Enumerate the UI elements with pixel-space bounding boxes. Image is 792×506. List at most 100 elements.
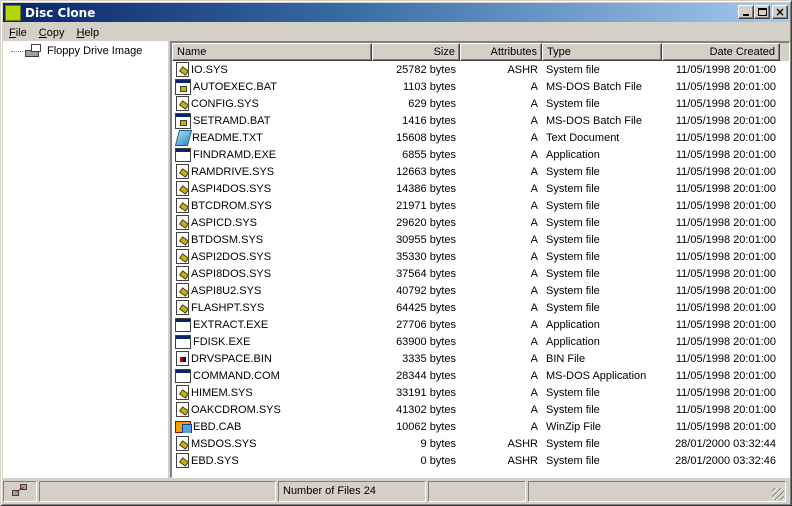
file-row[interactable]: ASPICD.SYS 29620 bytes A System file 11/05/1… bbox=[172, 214, 789, 231]
file-size: 30955 bytes bbox=[396, 233, 456, 246]
menu-file[interactable]: File bbox=[3, 27, 33, 39]
system-file-icon bbox=[176, 164, 189, 179]
file-type: MS-DOS Application bbox=[546, 369, 647, 382]
tree-item-floppy-drive-image[interactable]: Floppy Drive Image bbox=[11, 44, 142, 58]
file-name: IO.SYS bbox=[191, 63, 228, 76]
file-rows: IO.SYS 25782 bytes ASHR System file 11/05/19… bbox=[172, 61, 789, 469]
file-size: 63900 bytes bbox=[396, 335, 456, 348]
file-row[interactable]: FLASHPT.SYS 64425 bytes A System file 11/05/… bbox=[172, 299, 789, 316]
file-attributes: ASHR bbox=[507, 437, 538, 450]
file-size: 15608 bytes bbox=[396, 131, 456, 144]
file-row[interactable]: OAKCDROM.SYS 41302 bytes A System file 11/05… bbox=[172, 401, 789, 418]
file-type: System file bbox=[546, 165, 600, 178]
file-name-cell: ASPI2DOS.SYS bbox=[172, 249, 372, 264]
file-size: 9 bytes bbox=[420, 437, 456, 450]
file-type: Application bbox=[546, 318, 600, 331]
title-bar[interactable]: Disc Clone × bbox=[3, 3, 790, 22]
file-date-created: 11/05/1998 20:01:00 bbox=[675, 63, 776, 76]
file-size: 3335 bytes bbox=[402, 352, 456, 365]
system-file-icon bbox=[176, 283, 189, 298]
file-row[interactable]: SETRAMD.BAT 1416 bytes A MS-DOS Batch File 1… bbox=[172, 112, 789, 129]
file-type: MS-DOS Batch File bbox=[546, 80, 642, 93]
file-row[interactable]: BTCDROM.SYS 21971 bytes A System file 11/05/… bbox=[172, 197, 789, 214]
file-size: 35330 bytes bbox=[396, 250, 456, 263]
file-name-cell: BTCDROM.SYS bbox=[172, 198, 372, 213]
menu-bar: File Copy Help bbox=[3, 24, 105, 42]
file-date-created: 11/05/1998 20:01:00 bbox=[675, 250, 776, 263]
file-name: ASPI8U2.SYS bbox=[191, 284, 262, 297]
column-header-type[interactable]: Type bbox=[542, 43, 662, 61]
file-row[interactable]: ASPI4DOS.SYS 14386 bytes A System file 11/05… bbox=[172, 180, 789, 197]
file-name-cell: ASPICD.SYS bbox=[172, 215, 372, 230]
file-date-created: 11/05/1998 20:01:00 bbox=[675, 386, 776, 399]
column-header-name[interactable]: Name bbox=[172, 43, 372, 61]
column-header-attributes[interactable]: Attributes bbox=[460, 43, 542, 61]
maximize-button[interactable] bbox=[754, 5, 770, 19]
file-row[interactable]: HIMEM.SYS 33191 bytes A System file 11/05/19… bbox=[172, 384, 789, 401]
file-row[interactable]: IO.SYS 25782 bytes ASHR System file 11/05/19… bbox=[172, 61, 789, 78]
file-row[interactable]: EBD.SYS 0 bytes ASHR System file 28/01/2000 … bbox=[172, 452, 789, 469]
file-size: 41302 bytes bbox=[396, 403, 456, 416]
file-row[interactable]: RAMDRIVE.SYS 12663 bytes A System file 11/05… bbox=[172, 163, 789, 180]
file-name: ASPICD.SYS bbox=[191, 216, 258, 229]
file-row[interactable]: ASPI8U2.SYS 40792 bytes A System file 11/05/… bbox=[172, 282, 789, 299]
file-name: EBD.SYS bbox=[191, 454, 239, 467]
file-name-cell: RAMDRIVE.SYS bbox=[172, 164, 372, 179]
file-date-created: 11/05/1998 20:01:00 bbox=[675, 335, 776, 348]
file-name-cell: IO.SYS bbox=[172, 62, 372, 77]
file-row[interactable]: BTDOSM.SYS 30955 bytes A System file 11/05/1… bbox=[172, 231, 789, 248]
batch-file-icon bbox=[175, 78, 191, 95]
file-row[interactable]: FDISK.EXE 63900 bytes A Application 11/05/19… bbox=[172, 333, 789, 350]
resize-grip[interactable] bbox=[772, 488, 784, 500]
column-header-date-created[interactable]: Date Created bbox=[662, 43, 780, 61]
file-date-created: 28/01/2000 03:32:44 bbox=[675, 437, 776, 450]
file-type: Text Document bbox=[546, 131, 620, 144]
file-date-created: 11/05/1998 20:01:00 bbox=[675, 420, 776, 433]
file-attributes: A bbox=[530, 114, 538, 127]
system-file-icon bbox=[176, 436, 189, 451]
file-row[interactable]: CONFIG.SYS 629 bytes A System file 11/05/199… bbox=[172, 95, 789, 112]
file-date-created: 11/05/1998 20:01:00 bbox=[675, 352, 776, 365]
batch-file-icon bbox=[175, 112, 191, 129]
file-name: MSDOS.SYS bbox=[191, 437, 257, 450]
file-attributes: A bbox=[530, 267, 538, 280]
file-row[interactable]: COMMAND.COM 28344 bytes A MS-DOS Applicatio… bbox=[172, 367, 789, 384]
file-name-cell: EXTRACT.EXE bbox=[172, 317, 372, 332]
file-date-created: 11/05/1998 20:01:00 bbox=[675, 216, 776, 229]
file-row[interactable]: EBD.CAB 10062 bytes A WinZip File 11/05/1998… bbox=[172, 418, 789, 435]
cab-archive-icon bbox=[175, 421, 192, 433]
file-name: RAMDRIVE.SYS bbox=[191, 165, 275, 178]
file-type: System file bbox=[546, 63, 600, 76]
file-row[interactable]: AUTOEXEC.BAT 1103 bytes A MS-DOS Batch File… bbox=[172, 78, 789, 95]
file-attributes: A bbox=[530, 182, 538, 195]
file-row[interactable]: FINDRAMD.EXE 6855 bytes A Application 11/05/… bbox=[172, 146, 789, 163]
file-attributes: ASHR bbox=[507, 454, 538, 467]
file-row[interactable]: MSDOS.SYS 9 bytes ASHR System file 28/01/200… bbox=[172, 435, 789, 452]
file-name-cell: CONFIG.SYS bbox=[172, 96, 372, 111]
file-row[interactable]: README.TXT 15608 bytes A Text Document 11/05… bbox=[172, 129, 789, 146]
file-attributes: A bbox=[530, 216, 538, 229]
file-attributes: ASHR bbox=[507, 63, 538, 76]
status-panel-icon bbox=[3, 481, 37, 502]
file-date-created: 11/05/1998 20:01:00 bbox=[675, 233, 776, 246]
file-name-cell: ASPI8DOS.SYS bbox=[172, 266, 372, 281]
file-row[interactable]: ASPI8DOS.SYS 37564 bytes A System file 11/05… bbox=[172, 265, 789, 282]
column-header-size[interactable]: Size bbox=[372, 43, 460, 61]
file-type: System file bbox=[546, 301, 600, 314]
file-date-created: 28/01/2000 03:32:46 bbox=[675, 454, 776, 467]
file-name: COMMAND.COM bbox=[193, 369, 280, 382]
file-type: System file bbox=[546, 437, 600, 450]
menu-help[interactable]: Help bbox=[70, 27, 105, 39]
file-date-created: 11/05/1998 20:01:00 bbox=[675, 301, 776, 314]
minimize-button[interactable] bbox=[738, 5, 754, 19]
application-icon bbox=[175, 148, 191, 162]
file-row[interactable]: DRVSPACE.BIN 3335 bytes A BIN File 11/05/199… bbox=[172, 350, 789, 367]
file-row[interactable]: ASPI2DOS.SYS 35330 bytes A System file 11/05… bbox=[172, 248, 789, 265]
file-attributes: A bbox=[530, 131, 538, 144]
file-row[interactable]: EXTRACT.EXE 27706 bytes A Application 11/05/… bbox=[172, 316, 789, 333]
system-file-icon bbox=[176, 181, 189, 196]
system-file-icon bbox=[176, 402, 189, 417]
menu-copy[interactable]: Copy bbox=[33, 27, 71, 39]
file-type: BIN File bbox=[546, 352, 586, 365]
close-button[interactable]: × bbox=[772, 5, 788, 19]
